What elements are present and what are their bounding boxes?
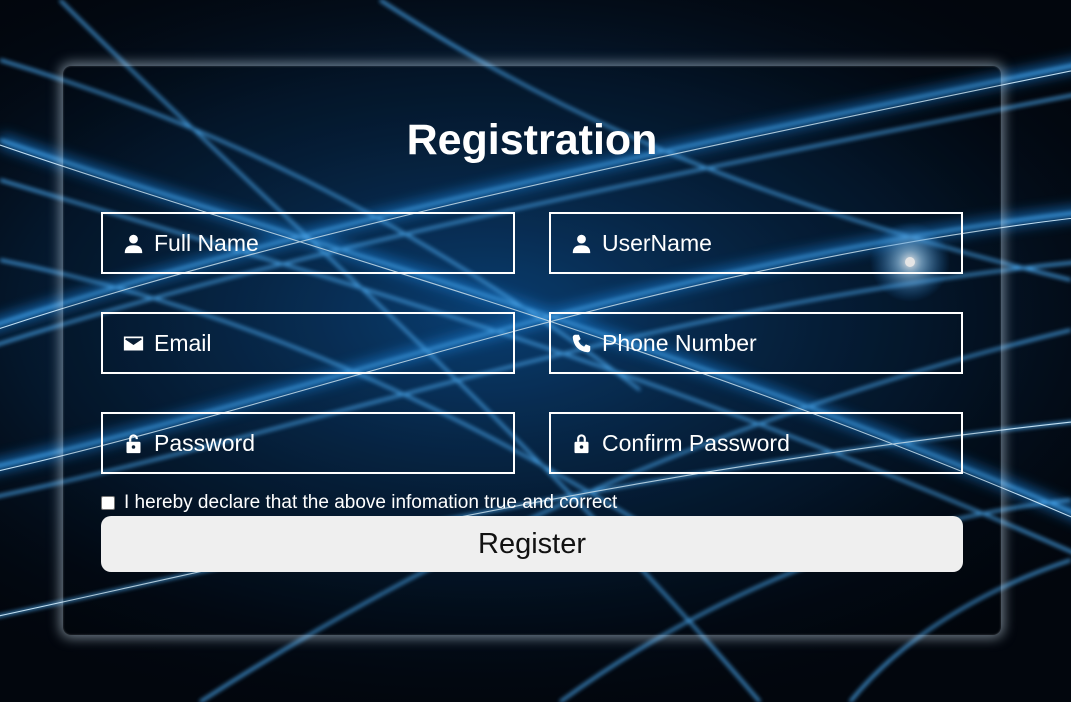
password-field[interactable]	[101, 412, 515, 474]
page-title: Registration	[406, 116, 658, 164]
declaration-row[interactable]: I hereby declare that the above infomati…	[101, 492, 617, 514]
username-field[interactable]	[549, 212, 963, 274]
confirm-password-field[interactable]	[549, 412, 963, 474]
email-input[interactable]	[154, 323, 494, 363]
phone-icon	[570, 332, 592, 354]
envelope-icon	[122, 332, 144, 354]
email-field[interactable]	[101, 312, 515, 374]
unlock-icon	[122, 432, 144, 454]
username-input[interactable]	[602, 223, 942, 263]
phone-number-field[interactable]	[549, 312, 963, 374]
lock-icon	[570, 432, 592, 454]
registration-card: Registration Full Name UserName Email Ph…	[63, 66, 1001, 635]
phone-number-input[interactable]	[602, 323, 942, 363]
user-icon	[122, 232, 144, 254]
password-input[interactable]	[154, 423, 494, 463]
full-name-input[interactable]	[154, 223, 494, 263]
user-icon	[570, 232, 592, 254]
confirm-password-input[interactable]	[602, 423, 942, 463]
register-button[interactable]: Register	[101, 516, 963, 572]
full-name-field[interactable]	[101, 212, 515, 274]
declaration-label: I hereby declare that the above infomati…	[124, 492, 618, 513]
declaration-checkbox[interactable]	[101, 496, 115, 510]
